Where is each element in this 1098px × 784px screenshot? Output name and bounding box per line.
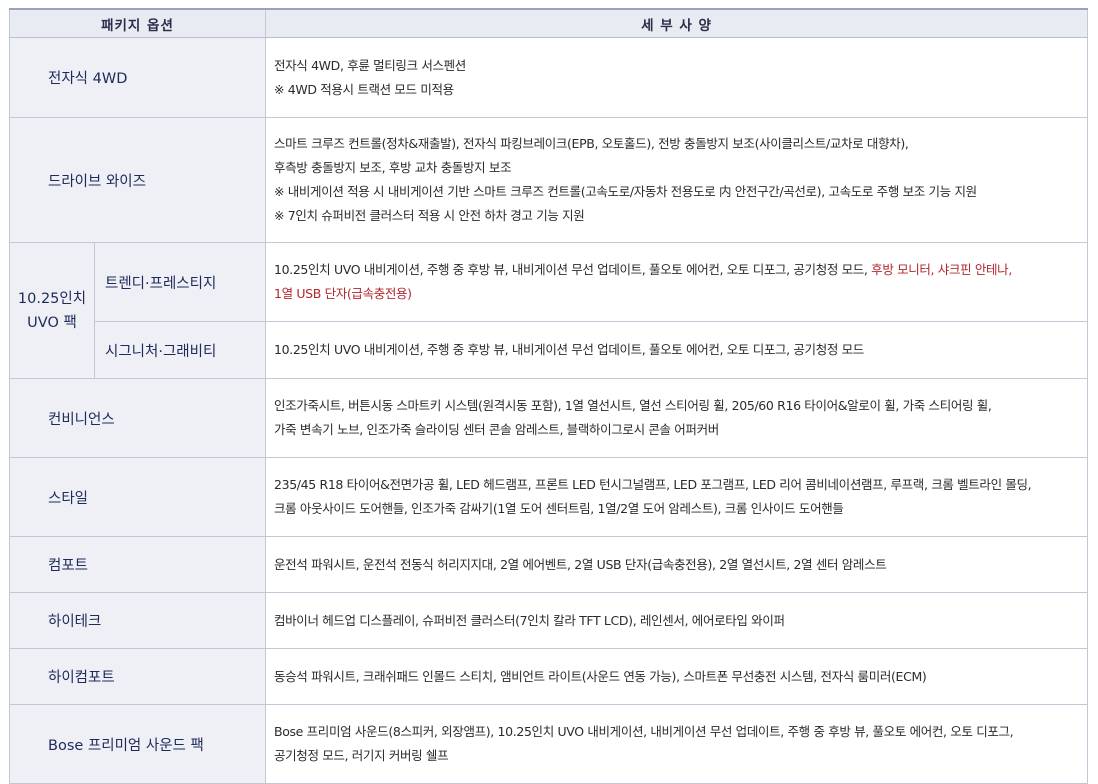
package-detail-bose-sound: Bose 프리미엄 사운드(8스피커, 외장앰프), 10.25인치 UVO 내…	[265, 704, 1088, 784]
table-row: 스타일 235/45 R18 타이어&전면가공 휠, LED 헤드램프, 프론트…	[9, 457, 1088, 537]
detail-line: Bose 프리미엄 사운드(8스피커, 외장앰프), 10.25인치 UVO 내…	[274, 724, 1014, 739]
detail-line: 10.25인치 UVO 내비게이션, 주행 중 후방 뷰, 내비게이션 무선 업…	[274, 342, 864, 357]
detail-text: 10.25인치 UVO 내비게이션, 주행 중 후방 뷰, 내비게이션 무선 업…	[274, 262, 872, 277]
detail-line: ※ 7인치 슈퍼비전 클러스터 적용 시 안전 하차 경고 기능 지원	[274, 208, 585, 223]
package-name-drive-wise: 드라이브 와이즈	[9, 117, 266, 243]
package-name-high-comfort: 하이컴포트	[9, 648, 266, 705]
package-name-style: 스타일	[9, 457, 266, 537]
detail-line: 가죽 변속기 노브, 인조가죽 슬라이딩 센터 콘솔 암레스트, 블랙하이그로시…	[274, 422, 719, 437]
detail-line: ※ 내비게이션 적용 시 내비게이션 기반 스마트 크루즈 컨트롤(고속도로/자…	[274, 184, 977, 199]
table-row: 컴포트 운전석 파워시트, 운전석 전동식 허리지지대, 2열 에어벤트, 2열…	[9, 536, 1088, 593]
package-name-convenience: 컨비니언스	[9, 378, 266, 458]
trim-name-signature-gravity: 시그니처·그래비티	[94, 321, 266, 379]
table-row: 하이테크 컴바이너 헤드업 디스플레이, 슈퍼비전 클러스터(7인치 칼라 TF…	[9, 592, 1088, 649]
package-detail-4wd: 전자식 4WD, 후륜 멀티링크 서스펜션 ※ 4WD 적용시 트랙션 모드 미…	[265, 37, 1088, 118]
detail-line: ※ 4WD 적용시 트랙션 모드 미적용	[274, 81, 454, 97]
header-detail-specs: 세 부 사 양	[265, 8, 1088, 38]
detail-line: 스마트 크루즈 컨트롤(정차&재출발), 전자식 파킹브레이크(EPB, 오토홀…	[274, 136, 909, 151]
group-name-line: 10.25인치	[17, 290, 87, 307]
table-row: 컨비니언스 인조가죽시트, 버튼시동 스마트키 시스템(원격시동 포함), 1열…	[9, 378, 1088, 458]
table-row: 드라이브 와이즈 스마트 크루즈 컨트롤(정차&재출발), 전자식 파킹브레이크…	[9, 117, 1088, 243]
package-detail-convenience: 인조가죽시트, 버튼시동 스마트키 시스템(원격시동 포함), 1열 열선시트,…	[265, 378, 1088, 458]
detail-line: 크롬 아웃사이드 도어핸들, 인조가죽 감싸기(1열 도어 센터트림, 1열/2…	[274, 501, 844, 516]
package-group-uvo-pack: 10.25인치 UVO 팩	[9, 242, 95, 379]
package-name-bose-sound: Bose 프리미엄 사운드 팩	[9, 704, 266, 784]
page: 패키지 옵션 세 부 사 양 전자식 4WD 전자식 4WD, 후륜 멀티링크 …	[0, 0, 1098, 784]
detail-line: 후측방 충돌방지 보조, 후방 교차 충돌방지 보조	[274, 160, 512, 175]
package-name-4wd: 전자식 4WD	[9, 37, 266, 118]
detail-line: 인조가죽시트, 버튼시동 스마트키 시스템(원격시동 포함), 1열 열선시트,…	[274, 398, 992, 413]
table-row: 전자식 4WD 전자식 4WD, 후륜 멀티링크 서스펜션 ※ 4WD 적용시 …	[9, 37, 1088, 118]
package-name-comfort: 컴포트	[9, 536, 266, 593]
table-row: 10.25인치 UVO 팩 트렌디·프레스티지 10.25인치 UVO 내비게이…	[9, 242, 1088, 379]
detail-line: 전자식 4WD, 후륜 멀티링크 서스펜션	[274, 57, 466, 73]
detail-line: 동승석 파워시트, 크래쉬패드 인몰드 스티치, 앰비언트 라이트(사운드 연동…	[274, 668, 927, 684]
package-detail-hitech: 컴바이너 헤드업 디스플레이, 슈퍼비전 클러스터(7인치 칼라 TFT LCD…	[265, 592, 1088, 649]
detail-line: 운전석 파워시트, 운전석 전동식 허리지지대, 2열 에어벤트, 2열 USB…	[274, 556, 887, 572]
table-row: Bose 프리미엄 사운드 팩 Bose 프리미엄 사운드(8스피커, 외장앰프…	[9, 704, 1088, 784]
highlight-line: 1열 USB 단자(급속충전용)	[274, 286, 412, 301]
table-row: 하이컴포트 동승석 파워시트, 크래쉬패드 인몰드 스티치, 앰비언트 라이트(…	[9, 648, 1088, 705]
package-detail-high-comfort: 동승석 파워시트, 크래쉬패드 인몰드 스티치, 앰비언트 라이트(사운드 연동…	[265, 648, 1088, 705]
package-detail-comfort: 운전석 파워시트, 운전석 전동식 허리지지대, 2열 에어벤트, 2열 USB…	[265, 536, 1088, 593]
package-name-hitech: 하이테크	[9, 592, 266, 649]
package-detail-uvo-trendy: 10.25인치 UVO 내비게이션, 주행 중 후방 뷰, 내비게이션 무선 업…	[265, 242, 1088, 322]
table-header-row: 패키지 옵션 세 부 사 양	[9, 8, 1088, 38]
package-options-table: 패키지 옵션 세 부 사 양 전자식 4WD 전자식 4WD, 후륜 멀티링크 …	[9, 8, 1088, 784]
detail-line: 235/45 R18 타이어&전면가공 휠, LED 헤드램프, 프론트 LED…	[274, 477, 1032, 492]
highlight-text: 후방 모니터, 샤크핀 안테나,	[871, 262, 1012, 277]
trim-name-trendy-prestige: 트렌디·프레스티지	[94, 242, 266, 322]
header-package-options: 패키지 옵션	[9, 8, 266, 38]
group-name-line: UVO 팩	[27, 314, 77, 331]
package-detail-drive-wise: 스마트 크루즈 컨트롤(정차&재출발), 전자식 파킹브레이크(EPB, 오토홀…	[265, 117, 1088, 243]
detail-line: 10.25인치 UVO 내비게이션, 주행 중 후방 뷰, 내비게이션 무선 업…	[274, 258, 1081, 282]
detail-line: 공기청정 모드, 러기지 커버링 쉘프	[274, 748, 449, 763]
table-row: 시그니처·그래비티 10.25인치 UVO 내비게이션, 주행 중 후방 뷰, …	[10, 321, 1088, 379]
detail-line: 컴바이너 헤드업 디스플레이, 슈퍼비전 클러스터(7인치 칼라 TFT LCD…	[274, 612, 785, 628]
package-detail-style: 235/45 R18 타이어&전면가공 휠, LED 헤드램프, 프론트 LED…	[265, 457, 1088, 537]
package-detail-uvo-signature: 10.25인치 UVO 내비게이션, 주행 중 후방 뷰, 내비게이션 무선 업…	[265, 321, 1088, 379]
